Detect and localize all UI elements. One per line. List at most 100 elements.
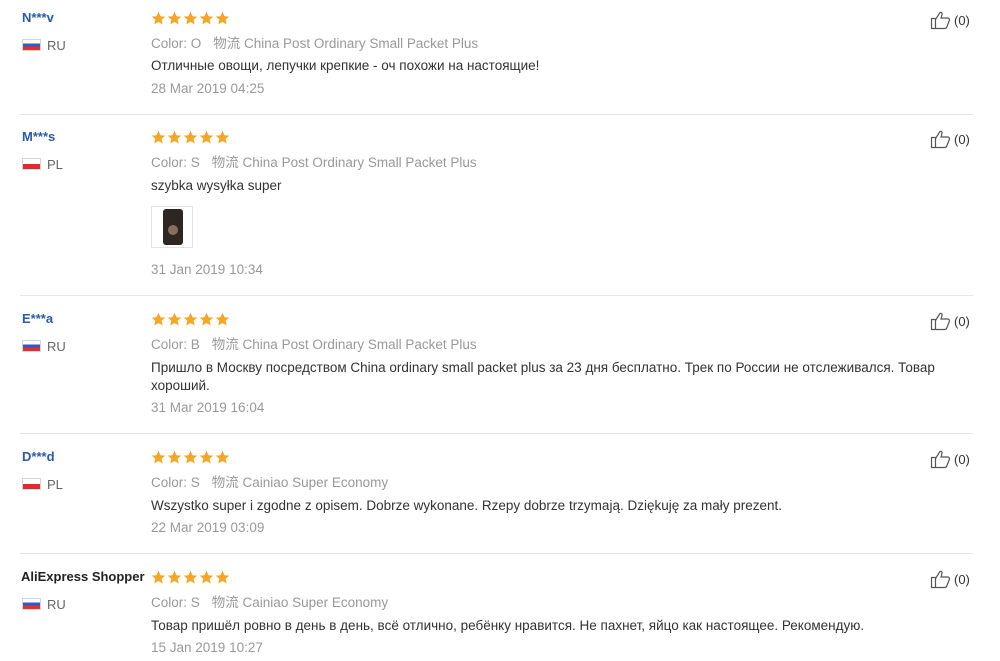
helpful-button[interactable]: (0) [930,449,970,469]
review-date: 28 Mar 2019 04:25 [151,81,265,96]
review-photo-thumbnail[interactable] [151,206,193,248]
country-code: RU [47,37,66,53]
star-icon [167,450,182,464]
order-info: Color: S 物流 China Post Ordinary Small Pac… [151,151,477,171]
poland-flag-icon [22,478,41,490]
reviewer-name[interactable]: AliExpress Shopper [21,569,145,584]
divider [20,295,973,296]
logistics-method: Cainiao Super Economy [242,595,389,610]
divider [20,433,973,434]
helpful-count: (0) [954,313,970,329]
star-icon [215,450,230,464]
star-icon [183,570,198,584]
color-option: Color: S [151,155,200,170]
logistics-method: China Post Ordinary Small Packet Plus [242,337,477,352]
poland-flag-icon [22,158,41,170]
logistics-method: Cainiao Super Economy [242,475,389,490]
logistics-label: 物流 [211,475,239,490]
star-icon [199,570,214,584]
country-code: RU [47,338,66,354]
star-icon [151,570,166,584]
review-date: 31 Mar 2019 16:04 [151,400,265,415]
color-option: Color: S [151,595,200,610]
review-text: Wszystko super i zgodne z opisem. Dobrze… [151,498,783,513]
thumbs-up-icon [930,11,951,30]
helpful-button[interactable]: (0) [930,311,970,331]
star-icon [215,312,230,326]
helpful-count: (0) [954,451,970,467]
logistics-label: 物流 [211,595,239,610]
star-icon [183,11,198,25]
review-date: 31 Jan 2019 10:34 [151,262,263,277]
country-code: PL [47,156,63,172]
country-code: RU [47,596,66,612]
reviewer-country: RU [22,338,66,354]
color-option: Color: S [151,475,200,490]
color-option: Color: B [151,337,200,352]
star-rating [151,450,230,466]
color-option: Color: O [151,36,202,51]
star-icon [199,312,214,326]
reviewer-country: PL [22,156,63,172]
order-info: Color: B 物流 China Post Ordinary Small Pac… [151,333,477,353]
review-text: szybka wysyłka super [151,178,282,193]
review-text: Пришло в Москву посредством China ordina… [151,360,935,393]
star-icon [183,130,198,144]
helpful-button[interactable]: (0) [930,10,970,30]
country-code: PL [47,476,63,492]
star-icon [167,11,182,25]
reviewer-country: RU [22,596,66,612]
helpful-count: (0) [954,571,970,587]
russia-flag-icon [22,598,41,610]
review-text: Отличные овощи, лепучки крепкие - оч пох… [151,58,540,73]
reviewer-country: RU [22,37,66,53]
thumbs-up-icon [930,450,951,469]
star-icon [151,312,166,326]
star-icon [167,130,182,144]
thumbs-up-icon [930,570,951,589]
star-rating [151,11,230,27]
helpful-count: (0) [954,131,970,147]
star-rating [151,130,230,146]
star-icon [183,450,198,464]
star-rating [151,570,230,586]
star-icon [151,130,166,144]
helpful-count: (0) [954,12,970,28]
order-info: Color: S 物流 Cainiao Super Economy [151,471,388,491]
order-info: Color: S 物流 Cainiao Super Economy [151,591,388,611]
reviewer-name[interactable]: D***d [22,449,55,464]
order-info: Color: O 物流 China Post Ordinary Small Pac… [151,32,478,52]
reviewer-name[interactable]: E***a [22,311,53,326]
reviewer-name[interactable]: N***v [22,10,54,25]
star-icon [215,11,230,25]
thumbs-up-icon [930,130,951,149]
logistics-method: China Post Ordinary Small Packet Plus [242,155,477,170]
logistics-label: 物流 [211,337,239,352]
logistics-method: China Post Ordinary Small Packet Plus [244,36,479,51]
star-icon [151,450,166,464]
helpful-button[interactable]: (0) [930,129,970,149]
star-icon [183,312,198,326]
star-icon [215,570,230,584]
star-icon [215,130,230,144]
review-date: 22 Mar 2019 03:09 [151,520,265,535]
review-text: Товар пришёл ровно в день в день, всё от… [151,618,865,633]
helpful-button[interactable]: (0) [930,569,970,589]
logistics-label: 物流 [213,36,241,51]
star-rating [151,312,230,328]
star-icon [167,312,182,326]
reviewer-country: PL [22,476,63,492]
product-photo [163,209,183,245]
divider [20,553,973,554]
logistics-label: 物流 [211,155,239,170]
divider [20,114,973,115]
star-icon [199,11,214,25]
star-icon [199,130,214,144]
star-icon [167,570,182,584]
thumbs-up-icon [930,312,951,331]
star-icon [151,11,166,25]
russia-flag-icon [22,340,41,352]
star-icon [199,450,214,464]
russia-flag-icon [22,39,41,51]
reviewer-name[interactable]: M***s [22,129,55,144]
